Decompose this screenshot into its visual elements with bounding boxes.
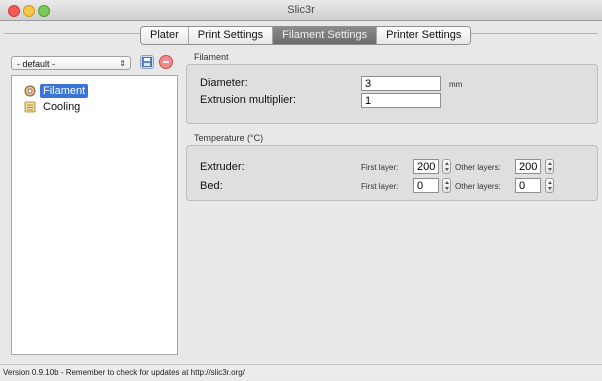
- diameter-field[interactable]: [361, 76, 441, 91]
- window-title: Slic3r: [287, 4, 315, 16]
- tab-filament-settings[interactable]: Filament Settings: [273, 27, 378, 44]
- extruder-other-layers-label: Other layers:: [455, 163, 501, 172]
- diameter-label: Diameter:: [200, 77, 248, 89]
- status-bar: Version 0.9.10b - Remember to check for …: [0, 364, 602, 380]
- spool-icon: [24, 85, 36, 97]
- bed-first-layer-field[interactable]: [413, 178, 439, 193]
- filament-group-title: Filament: [194, 52, 229, 62]
- temperature-group-title: Temperature (°C): [194, 133, 264, 143]
- tree-item-label: Filament: [40, 84, 89, 98]
- extruder-label: Extruder:: [200, 161, 245, 173]
- bed-other-layers-label: Other layers:: [455, 182, 501, 191]
- bed-label: Bed:: [200, 180, 223, 192]
- minimize-window-button[interactable]: [23, 5, 35, 17]
- extruder-first-layer-label: First layer:: [361, 163, 399, 172]
- tree-item-filament[interactable]: Filament: [24, 84, 89, 98]
- title-bar: Slic3r: [0, 0, 602, 21]
- delete-preset-button[interactable]: [159, 55, 173, 69]
- preset-selected-value: - default -: [17, 59, 56, 69]
- preset-dropdown[interactable]: - default - ⇕: [11, 56, 131, 70]
- save-preset-button[interactable]: [140, 55, 154, 69]
- extrusion-multiplier-field[interactable]: [361, 93, 441, 108]
- settings-category-tree: Filament Cooling: [11, 75, 178, 355]
- diameter-unit: mm: [449, 80, 463, 89]
- tree-item-label: Cooling: [43, 101, 81, 113]
- bed-other-layers-field[interactable]: [515, 178, 541, 193]
- status-text: Version 0.9.10b - Remember to check for …: [3, 368, 245, 377]
- bed-first-layer-stepper[interactable]: [442, 178, 451, 193]
- fan-icon: [24, 101, 36, 113]
- updown-arrows-icon: ⇕: [119, 59, 126, 68]
- extruder-first-layer-stepper[interactable]: [442, 159, 451, 174]
- extrusion-multiplier-label: Extrusion multiplier:: [200, 94, 296, 106]
- bed-other-layers-stepper[interactable]: [545, 178, 554, 193]
- bed-first-layer-label: First layer:: [361, 182, 399, 191]
- tab-print-settings[interactable]: Print Settings: [188, 27, 274, 44]
- extruder-other-layers-field[interactable]: [515, 159, 541, 174]
- extruder-other-layers-stepper[interactable]: [545, 159, 554, 174]
- tab-printer-settings[interactable]: Printer Settings: [377, 27, 471, 44]
- floppy-disk-icon: [142, 57, 152, 67]
- zoom-window-button[interactable]: [38, 5, 50, 17]
- tab-bar: Plater Print Settings Filament Settings …: [0, 21, 602, 45]
- tree-item-cooling[interactable]: Cooling: [24, 100, 83, 114]
- close-window-button[interactable]: [8, 5, 20, 17]
- temperature-group: Extruder: First layer: Other layers: Bed…: [186, 145, 598, 201]
- tab-plater[interactable]: Plater: [141, 27, 189, 44]
- extruder-first-layer-field[interactable]: [413, 159, 439, 174]
- filament-group: Diameter: mm Extrusion multiplier:: [186, 64, 598, 124]
